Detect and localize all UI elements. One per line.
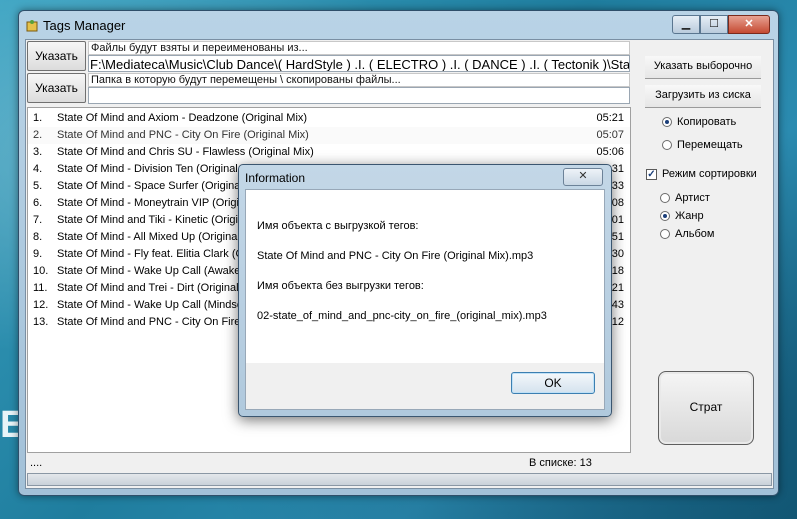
track-number: 10. xyxy=(33,265,49,277)
track-number: 13. xyxy=(33,316,49,328)
artist-radio-label: Артист xyxy=(675,192,710,204)
radio-indicator xyxy=(662,117,672,127)
genre-radio-label: Жанр xyxy=(675,210,704,222)
track-number: 2. xyxy=(33,129,43,141)
specify-source-button[interactable]: Указать xyxy=(27,41,86,71)
radio-indicator xyxy=(660,193,670,203)
destination-path-field[interactable] xyxy=(88,87,630,104)
track-number: 4. xyxy=(33,163,43,175)
dialog-body: Имя объекта с выгрузкой тегов: State Of … xyxy=(245,189,605,364)
track-name: State Of Mind - Division Ten (Original M… xyxy=(57,163,262,175)
copy-radio[interactable]: Копировать xyxy=(662,116,736,128)
track-name: State Of Mind and Chris SU - Flawless (O… xyxy=(57,146,314,158)
track-number: 7. xyxy=(33,214,43,226)
source-hint: Файлы будут взяты и переименованы из... xyxy=(88,41,630,55)
window-title: Tags Manager xyxy=(43,18,126,33)
track-number: 3. xyxy=(33,146,43,158)
specify-destination-button[interactable]: Указать xyxy=(27,73,86,103)
dialog-footer: OK xyxy=(245,363,605,410)
genre-radio[interactable]: Жанр xyxy=(660,210,704,222)
value-without-tags: 02-state_of_mind_and_pnc-city_on_fire_(o… xyxy=(257,310,547,322)
select-manually-button[interactable]: Указать выборочно xyxy=(645,56,761,79)
label-with-tags: Имя объекта с выгрузкой тегов: xyxy=(257,220,419,232)
track-number: 11. xyxy=(33,282,48,294)
track-name: State Of Mind and Trei - Dirt (Original … xyxy=(57,282,263,294)
artist-radio[interactable]: Артист xyxy=(660,192,710,204)
label-without-tags: Имя объекта без выгрузки тегов: xyxy=(257,280,424,292)
track-number: 6. xyxy=(33,197,43,209)
radio-indicator xyxy=(660,211,670,221)
dialog-close-button[interactable]: ✕ xyxy=(563,168,603,186)
list-item[interactable]: 2. State Of Mind and PNC - City On Fire … xyxy=(28,127,630,144)
track-name: State Of Mind and Axiom - Deadzone (Orig… xyxy=(57,112,308,124)
album-radio[interactable]: Альбом xyxy=(660,228,714,240)
track-number: 5. xyxy=(33,180,43,192)
desktop-text: E xyxy=(0,404,18,446)
destination-hint: Папка в которую будут перемещены \ скопи… xyxy=(88,73,630,87)
album-radio-label: Альбом xyxy=(675,228,715,240)
track-name: State Of Mind - All Mixed Up (Original M… xyxy=(57,231,264,243)
radio-indicator xyxy=(660,229,670,239)
list-count: В списке: 13 xyxy=(529,457,592,469)
minimize-button[interactable]: ▁ xyxy=(672,15,700,34)
maximize-button[interactable]: ☐ xyxy=(700,15,728,34)
sort-mode-checkbox[interactable]: ✓ Режим сортировки xyxy=(646,168,757,180)
list-item[interactable]: 1. State Of Mind and Axiom - Deadzone (O… xyxy=(28,110,630,127)
track-number: 9. xyxy=(33,248,43,260)
radio-indicator xyxy=(662,140,672,150)
track-name: State Of Mind and PNC - City On Fire (Or… xyxy=(57,129,309,141)
track-name: State Of Mind - Space Surfer (Original M… xyxy=(57,180,267,192)
status-text: .... xyxy=(30,457,43,469)
close-button[interactable]: ✕ xyxy=(728,15,770,34)
track-duration: 05:21 xyxy=(596,112,624,124)
window-controls: ▁ ☐ ✕ xyxy=(672,15,770,34)
checkbox-check-icon: ✓ xyxy=(646,168,657,180)
dialog-title: Information xyxy=(245,171,306,185)
app-icon xyxy=(26,20,38,32)
load-from-list-button[interactable]: Загрузить из сиска xyxy=(645,85,761,108)
sort-mode-label: Режим сортировки xyxy=(662,168,757,180)
source-path-field[interactable]: F:\Mediateca\Music\Club Dance\( HardStyl… xyxy=(88,55,630,72)
move-radio-label: Перемещать xyxy=(677,139,743,151)
track-duration: 05:06 xyxy=(596,146,624,158)
start-button[interactable]: Страт xyxy=(658,371,754,445)
value-with-tags: State Of Mind and PNC - City On Fire (Or… xyxy=(257,250,534,262)
track-number: 1. xyxy=(33,112,43,124)
progress-bar xyxy=(27,473,772,486)
ok-button[interactable]: OK xyxy=(511,372,595,394)
copy-radio-label: Копировать xyxy=(677,116,737,128)
track-duration: 05:07 xyxy=(596,129,624,141)
list-item[interactable]: 3. State Of Mind and Chris SU - Flawless… xyxy=(28,144,630,161)
track-number: 8. xyxy=(33,231,43,243)
move-radio[interactable]: Перемещать xyxy=(662,139,743,151)
information-dialog: Information ✕ Имя объекта с выгрузкой те… xyxy=(238,164,612,417)
track-number: 12. xyxy=(33,299,49,311)
